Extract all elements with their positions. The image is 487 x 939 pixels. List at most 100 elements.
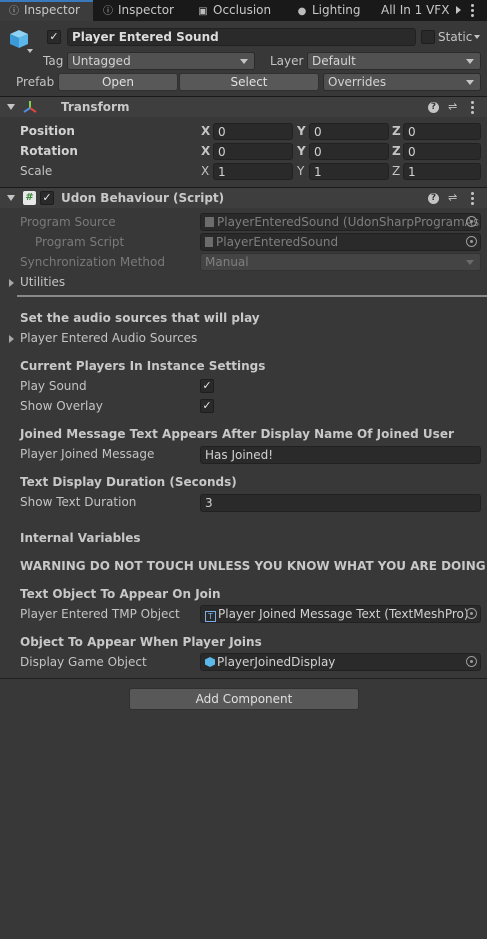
display-object-field[interactable]: PlayerJoinedDisplay [200, 653, 481, 671]
overrides-value: Overrides [328, 75, 387, 89]
component-enabled-checkbox[interactable]: ✓ [40, 191, 54, 205]
occlusion-icon: ▣ [198, 6, 208, 17]
script-file-icon [205, 237, 213, 247]
help-icon[interactable]: ? [428, 193, 439, 204]
sync-method-value: Manual [205, 255, 249, 269]
script-icon: # [23, 191, 36, 205]
tab-lighting[interactable]: ● Lighting [296, 0, 376, 21]
play-sound-checkbox[interactable]: ✓ [200, 379, 214, 393]
audio-header: Set the audio sources that will play [20, 311, 260, 325]
program-source-value: PlayerEnteredSound (UdonSharpProgramAss [217, 215, 481, 229]
add-component-button[interactable]: Add Component [129, 688, 359, 710]
tmp-object-field[interactable]: T Player Joined Message Text (TextMeshPro… [200, 605, 481, 623]
tab-label: Occlusion [213, 3, 272, 17]
tab-inspector-active[interactable]: ⓘ Inspector [0, 0, 93, 21]
info-icon: ⓘ [9, 6, 19, 17]
sync-method-label: Synchronization Method [20, 255, 165, 269]
udon-behaviour-header[interactable]: # ✓ Udon Behaviour (Script) ? ⇌ [0, 187, 487, 208]
tag-label: Tag [43, 54, 64, 68]
sync-method-dropdown[interactable]: Manual [200, 253, 481, 271]
tab-label: Inspector [24, 3, 80, 17]
axis-z-label: Z [392, 124, 401, 138]
object-picker-icon[interactable] [466, 236, 477, 247]
static-checkbox[interactable] [421, 30, 435, 44]
foldout-closed-icon[interactable] [9, 335, 14, 343]
static-dropdown-icon[interactable] [474, 35, 480, 39]
tab-label: Inspector [118, 3, 174, 17]
tab-inspector-2[interactable]: ⓘ Inspector [102, 0, 192, 21]
tag-dropdown[interactable]: Untagged [67, 52, 255, 70]
object-appear-header: Object To Appear When Player Joins [20, 635, 262, 649]
foldout-open-icon[interactable] [7, 104, 15, 110]
chevron-down-icon [466, 80, 474, 85]
program-script-field[interactable]: PlayerEnteredSound [200, 233, 481, 251]
joined-message-label: Player Joined Message [20, 447, 155, 461]
active-checkbox[interactable]: ✓ [47, 30, 61, 44]
foldout-open-icon[interactable] [7, 195, 15, 201]
joined-message-input[interactable]: Has Joined! [200, 446, 481, 464]
lightbulb-icon: ● [297, 6, 307, 17]
rotation-z-input[interactable]: 0 [403, 143, 481, 160]
text-object-header: Text Object To Appear On Join [20, 587, 221, 601]
layer-dropdown[interactable]: Default [307, 52, 481, 70]
position-x-input[interactable]: 0 [213, 123, 293, 140]
divider [0, 678, 487, 679]
component-menu-kebab-icon[interactable] [471, 192, 475, 205]
transform-header[interactable]: Transform ? ⇌ [0, 96, 487, 117]
prefab-overrides-dropdown[interactable]: Overrides [323, 73, 481, 91]
object-name-input[interactable]: Player Entered Sound [67, 28, 416, 46]
textmeshpro-icon: T [205, 611, 216, 622]
help-icon[interactable]: ? [428, 102, 439, 113]
display-object-value: PlayerJoinedDisplay [217, 655, 336, 669]
duration-input[interactable]: 3 [200, 494, 481, 512]
transform-title: Transform [61, 100, 130, 114]
object-picker-icon[interactable] [466, 656, 477, 667]
scale-x-input[interactable]: 1 [213, 163, 293, 180]
foldout-closed-icon[interactable] [9, 279, 14, 287]
axis-x-label: X [201, 144, 211, 158]
rotation-x-input[interactable]: 0 [213, 143, 293, 160]
prefab-label: Prefab [16, 75, 55, 89]
tab-scroll-right-icon[interactable] [456, 6, 461, 14]
current-players-header: Current Players In Instance Settings [20, 359, 266, 373]
scale-y-input[interactable]: 1 [309, 163, 389, 180]
tmp-object-label: Player Entered TMP Object [20, 607, 180, 621]
utilities-foldout[interactable]: Utilities [20, 275, 65, 289]
icon-dropdown-arrow-icon[interactable] [27, 49, 33, 53]
axis-y-label: Y [297, 144, 306, 158]
rotation-y-input[interactable]: 0 [309, 143, 389, 160]
axis-y-label: Y [297, 124, 306, 138]
axis-x-label: X [201, 124, 211, 138]
axis-x-label: X [201, 164, 210, 178]
separator-line [17, 295, 487, 297]
presets-icon[interactable]: ⇌ [448, 101, 460, 113]
program-source-field[interactable]: PlayerEnteredSound (UdonSharpProgramAss [200, 213, 481, 231]
tab-menu-kebab-icon[interactable] [471, 4, 475, 17]
position-y-input[interactable]: 0 [309, 123, 389, 140]
tab-occlusion[interactable]: ▣ Occlusion [197, 0, 287, 21]
tab-label: All In 1 VFX T [381, 3, 451, 17]
object-picker-icon[interactable] [466, 216, 477, 227]
object-picker-icon[interactable] [466, 608, 477, 619]
tab-label: Lighting [312, 3, 361, 17]
presets-icon[interactable]: ⇌ [448, 192, 460, 204]
audio-sources-foldout[interactable]: Player Entered Audio Sources [20, 331, 197, 345]
rotation-label: Rotation [20, 144, 78, 158]
udon-behaviour-title: Udon Behaviour (Script) [61, 191, 225, 205]
prefab-select-button[interactable]: Select [179, 73, 319, 91]
chevron-down-icon [240, 59, 248, 64]
tab-all-in-1-vfx[interactable]: All In 1 VFX T [381, 0, 451, 21]
gameobject-cube-icon[interactable] [8, 28, 30, 50]
axis-z-label: Z [392, 144, 401, 158]
position-label: Position [20, 124, 75, 138]
position-z-input[interactable]: 0 [403, 123, 481, 140]
prefab-open-button[interactable]: Open [58, 73, 178, 91]
static-label: Static [438, 30, 473, 44]
scale-z-input[interactable]: 1 [403, 163, 481, 180]
component-menu-kebab-icon[interactable] [471, 101, 475, 114]
show-overlay-label: Show Overlay [20, 399, 103, 413]
warning-header: WARNING DO NOT TOUCH UNLESS YOU KNOW WHA… [20, 559, 486, 573]
show-overlay-checkbox[interactable]: ✓ [200, 399, 214, 413]
transform-icon [23, 100, 37, 114]
gameobject-icon [205, 657, 215, 667]
